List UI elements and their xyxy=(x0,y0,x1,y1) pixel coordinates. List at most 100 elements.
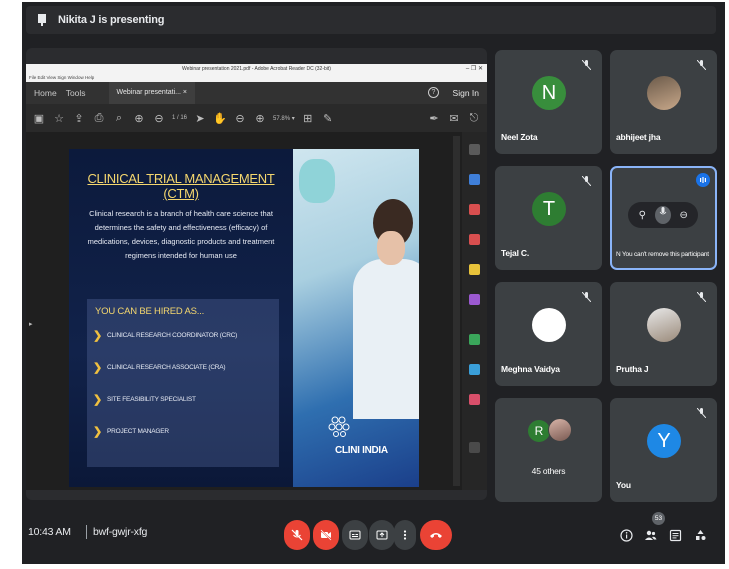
more-options-button[interactable] xyxy=(394,520,416,550)
sign-pen-icon[interactable]: ✒ xyxy=(427,111,441,125)
mic-off-icon xyxy=(581,59,592,71)
upload-icon[interactable]: ⇪ xyxy=(72,111,86,125)
comment-tool-icon[interactable] xyxy=(469,264,480,275)
participant-name: Neel Zota xyxy=(501,132,538,142)
participant-name: Meghna Vaidya xyxy=(501,364,560,374)
left-panel-toggle-icon[interactable]: ▸ xyxy=(29,320,33,328)
camera-toggle-button[interactable] xyxy=(313,520,339,550)
export-pdf-icon[interactable] xyxy=(469,204,480,215)
participant-tile-you[interactable]: Y You xyxy=(610,398,717,502)
pdf-slide: CLINICAL TRIAL MANAGEMENT (CTM) Clinical… xyxy=(69,149,419,487)
people-button[interactable] xyxy=(642,526,658,544)
edit-pdf-icon[interactable] xyxy=(469,234,480,245)
scan-ocr-icon[interactable] xyxy=(469,364,480,375)
save-icon[interactable]: ▣ xyxy=(32,111,46,125)
document-scrollbar[interactable] xyxy=(453,136,460,486)
share-icon[interactable]: ⎋ xyxy=(467,111,481,125)
fit-page-icon[interactable]: ⊞ xyxy=(301,111,315,125)
tile-hover-controls: ⚲ ⊖ xyxy=(628,202,698,228)
protect-icon[interactable] xyxy=(469,394,480,405)
select-cursor-icon[interactable]: ➤ xyxy=(193,111,207,125)
acrobat-window-title: Webinar presentation 2021.pdf - Adobe Ac… xyxy=(182,66,331,72)
mic-off-icon xyxy=(696,407,707,419)
camera-off-icon xyxy=(320,529,332,541)
clini-india-logo: CLINI INDIA xyxy=(323,415,403,465)
participant-tile-neel[interactable]: N Neel Zota xyxy=(495,50,602,154)
window-buttons[interactable]: – ❐ ✕ xyxy=(466,64,483,74)
participant-name: You xyxy=(616,480,631,490)
divider xyxy=(86,525,87,539)
avatar: T xyxy=(532,192,566,226)
hand-tool-icon[interactable]: ✋ xyxy=(213,111,227,125)
role-item: ❯ PROJECT MANAGER xyxy=(93,425,169,438)
zoom-in-icon[interactable]: ⊕ xyxy=(253,111,267,125)
role-item: ❯ SITE FEASIBILITY SPECIALIST xyxy=(93,393,196,406)
slide-title: CLINICAL TRIAL MANAGEMENT (CTM) xyxy=(87,171,275,201)
fill-sign-icon[interactable] xyxy=(469,334,480,345)
acrobat-document-area[interactable]: ▸ CLINICAL TRIAL MANAGEMENT (CTM) Clinic… xyxy=(26,132,487,490)
audio-level-icon xyxy=(696,173,710,187)
print-icon[interactable]: ⎙ xyxy=(92,111,106,125)
tab-home[interactable]: Home xyxy=(34,88,57,98)
bookmark-star-icon[interactable]: ☆ xyxy=(52,111,66,125)
avatar-photo xyxy=(548,418,572,442)
zoom-search-icon[interactable]: ⌕ xyxy=(112,111,126,125)
mic-off-icon xyxy=(696,59,707,71)
logo-text: CLINI INDIA xyxy=(335,445,388,456)
participant-tile-abhijeet[interactable]: abhijeet jha xyxy=(610,50,717,154)
remove-participant-icon[interactable]: ⊖ xyxy=(676,210,692,221)
toolbar-right: ✒ ✉ ⎋ xyxy=(427,111,481,125)
tooltip-text: N You can't remove this participant xyxy=(616,251,709,258)
next-page-icon[interactable]: ⊖ xyxy=(152,111,166,125)
chevron-right-icon: ❯ xyxy=(93,426,103,438)
present-button[interactable] xyxy=(369,520,395,550)
avatar-photo xyxy=(647,308,681,342)
page-indicator[interactable]: 1 / 16 xyxy=(172,115,187,121)
sign-in-button[interactable]: Sign In xyxy=(453,88,479,98)
participant-name: abhijeet jha xyxy=(616,132,661,142)
slide-paragraph: Clinical research is a branch of health … xyxy=(87,209,275,260)
mic-icon[interactable] xyxy=(654,206,671,224)
zoom-out-icon[interactable]: ⊖ xyxy=(233,111,247,125)
acrobat-menubar[interactable]: File Edit View Sign Window Help xyxy=(26,74,487,82)
chat-icon xyxy=(669,529,681,541)
meeting-details-button[interactable] xyxy=(618,526,634,544)
expand-rail-icon[interactable] xyxy=(469,442,480,453)
people-icon xyxy=(644,530,656,540)
presenting-text: Nikita J is presenting xyxy=(58,14,165,26)
activities-button[interactable] xyxy=(692,526,708,544)
participant-tile-pinned[interactable]: ⚲ ⊖ N You can't remove this participant xyxy=(610,166,717,270)
tab-tools[interactable]: Tools xyxy=(66,88,86,98)
comment-icon[interactable]: ✎ xyxy=(321,111,335,125)
create-pdf-icon[interactable] xyxy=(469,174,480,185)
presentation-icon xyxy=(36,13,48,27)
mic-toggle-button[interactable] xyxy=(284,520,310,550)
mail-icon[interactable]: ✉ xyxy=(447,111,461,125)
end-call-button[interactable] xyxy=(420,520,452,550)
participant-tile-prutha[interactable]: Prutha J xyxy=(610,282,717,386)
pin-icon[interactable]: ⚲ xyxy=(634,210,650,221)
participant-tile-tejal[interactable]: T Tejal C. xyxy=(495,166,602,270)
zoom-level[interactable]: 57.8% ▾ xyxy=(273,115,295,122)
mic-off-icon xyxy=(696,291,707,303)
meeting-controls-bar: 10:43 AM bwf-gwjr-xfg 53 xyxy=(22,512,725,564)
presenting-bar: Nikita J is presenting xyxy=(26,6,716,34)
chat-button[interactable] xyxy=(667,526,683,544)
meeting-code: bwf-gwjr-xfg xyxy=(93,526,148,538)
meeting-time: 10:43 AM xyxy=(28,526,71,538)
participant-name: Tejal C. xyxy=(501,248,530,258)
zoom-tool-icon[interactable] xyxy=(469,144,480,155)
prev-page-icon[interactable]: ⊕ xyxy=(132,111,146,125)
role-label: SITE FEASIBILITY SPECIALIST xyxy=(107,396,196,403)
shared-screen-tile[interactable]: Webinar presentation 2021.pdf - Adobe Ac… xyxy=(26,48,487,500)
help-icon[interactable]: ? xyxy=(428,87,439,98)
role-item: ❯ CLINICAL RESEARCH COORDINATOR (CRC) xyxy=(93,329,237,342)
organize-pages-icon[interactable] xyxy=(469,294,480,305)
participant-tile-meghna[interactable]: Meghna Vaidya xyxy=(495,282,602,386)
chevron-right-icon: ❯ xyxy=(93,394,103,406)
scientist-face xyxy=(377,231,405,265)
participant-tile-others[interactable]: R 45 others xyxy=(495,398,602,502)
captions-button[interactable] xyxy=(342,520,368,550)
tab-document[interactable]: Webinar presentati... × xyxy=(108,82,196,104)
avatar: R xyxy=(528,420,550,442)
